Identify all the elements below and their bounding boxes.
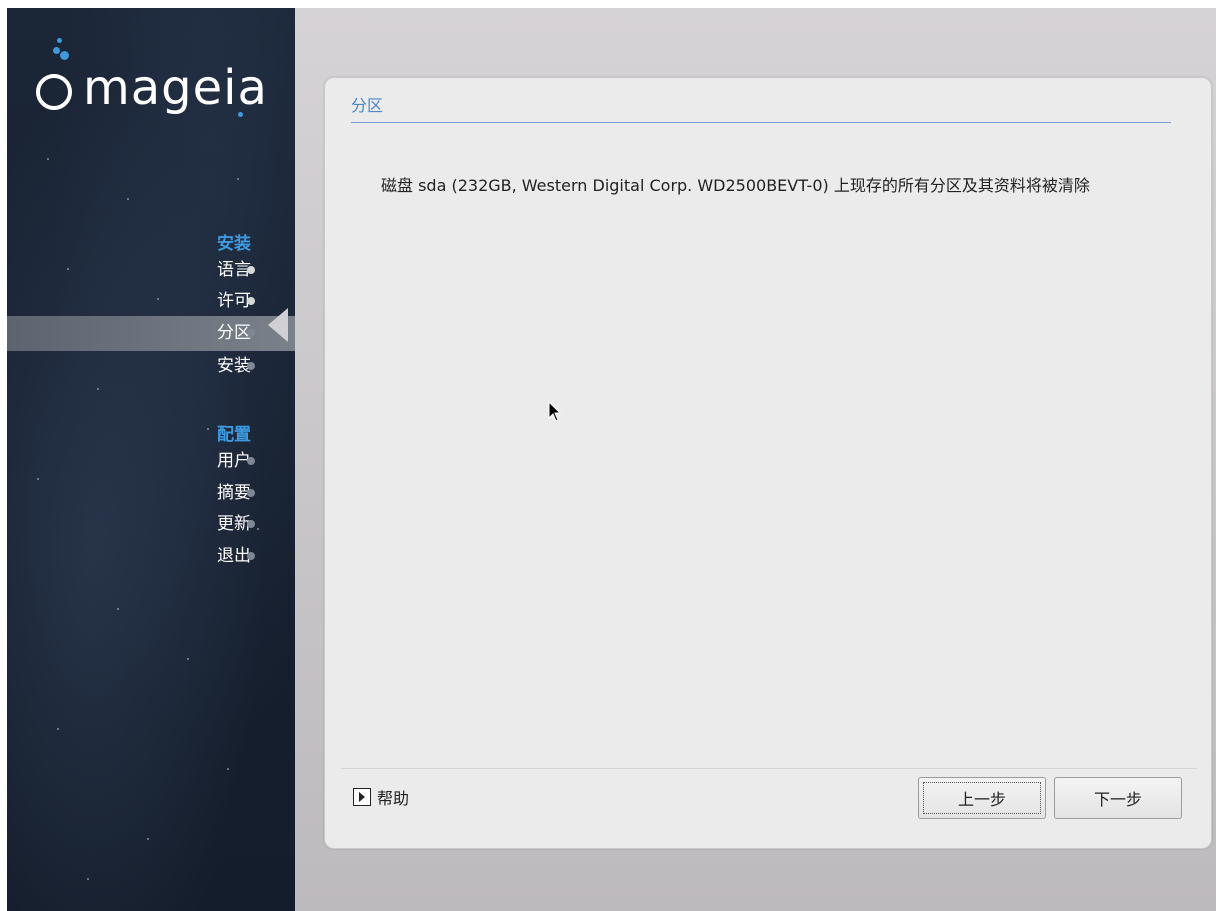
star-decoration [127, 198, 129, 200]
star-decoration [47, 158, 49, 160]
help-toggle[interactable]: 帮助 [353, 786, 409, 808]
sidebar-step-partition: 分区 [217, 323, 251, 343]
star-decoration [57, 728, 59, 730]
logo-dot-icon [238, 112, 243, 117]
sidebar-step-install: 安装 [217, 356, 251, 376]
sidebar-step-users: 用户 [217, 451, 251, 471]
star-decoration [227, 768, 229, 770]
mouse-pointer-icon [548, 401, 562, 422]
star-decoration [207, 428, 209, 430]
current-step-arrow-icon [268, 308, 288, 342]
star-decoration [187, 658, 189, 660]
sidebar-step-exit: 退出 [217, 546, 251, 566]
title-divider [351, 122, 1171, 123]
mageia-logo: mageia [31, 38, 291, 118]
star-decoration [97, 388, 99, 390]
star-decoration [257, 528, 259, 530]
logo-drops-icon [49, 38, 69, 68]
section-title-install: 安装 [217, 234, 251, 254]
panel-title: 分区 [351, 96, 384, 115]
section-title-config: 配置 [217, 425, 251, 445]
logo-wordmark: mageia [83, 60, 268, 116]
sidebar: mageia 安装 语言 许可 分区 安装 配置 用户 摘要 更新 退出 [7, 8, 295, 911]
star-decoration [157, 298, 159, 300]
star-decoration [87, 878, 89, 880]
star-decoration [117, 608, 119, 610]
sidebar-step-language: 语言 [217, 260, 251, 280]
step-pending-dot-icon [247, 520, 255, 528]
step-current-dot-icon [247, 329, 255, 337]
back-button[interactable]: 上一步 [918, 777, 1046, 819]
star-decoration [67, 268, 69, 270]
help-label: 帮助 [377, 789, 410, 808]
footer-divider [341, 768, 1197, 769]
partition-panel: 分区 磁盘 sda (232GB, Western Digital Corp. … [324, 77, 1212, 849]
step-pending-dot-icon [247, 552, 255, 560]
star-decoration [237, 178, 239, 180]
step-done-dot-icon [247, 266, 255, 274]
partition-warning-message: 磁盘 sda (232GB, Western Digital Corp. WD2… [381, 176, 1090, 195]
expand-arrow-icon [353, 788, 371, 806]
step-pending-dot-icon [247, 489, 255, 497]
logo-ring-icon [36, 74, 72, 110]
step-pending-dot-icon [247, 362, 255, 370]
step-done-dot-icon [247, 297, 255, 305]
sidebar-step-summary: 摘要 [217, 483, 251, 503]
star-decoration [37, 478, 39, 480]
star-decoration [147, 838, 149, 840]
next-button[interactable]: 下一步 [1054, 777, 1182, 819]
sidebar-step-updates: 更新 [217, 514, 251, 534]
step-pending-dot-icon [247, 457, 255, 465]
sidebar-step-license: 许可 [217, 291, 251, 311]
